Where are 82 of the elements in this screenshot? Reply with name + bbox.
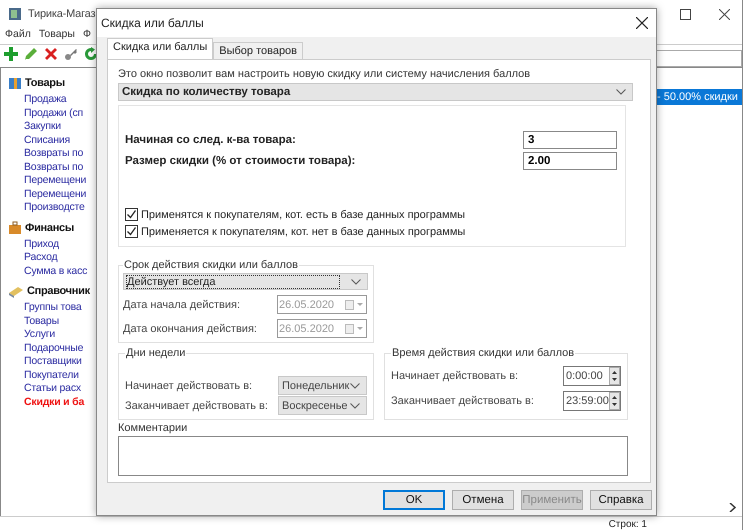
- time-spinner[interactable]: 23:59:00: [563, 391, 621, 412]
- close-icon[interactable]: [719, 8, 730, 20]
- chevron-down-icon: [351, 278, 361, 285]
- scroll-right-icon[interactable]: [729, 502, 736, 512]
- plus-icon[interactable]: [4, 47, 18, 61]
- comments-label: Комментарии: [118, 422, 188, 434]
- sidebar-item[interactable]: Возвраты по: [8, 147, 100, 160]
- sidebar-item[interactable]: Продажи (сп: [8, 106, 100, 120]
- input-field[interactable]: 2.00: [523, 152, 617, 170]
- sidebar-item[interactable]: Закупки: [8, 120, 100, 134]
- sidebar-item[interactable]: Перемещени: [8, 174, 100, 188]
- sidebar-item[interactable]: Производсте: [8, 201, 100, 214]
- chevron-down-icon: [350, 402, 360, 409]
- menu-item[interactable]: Ф: [82, 28, 91, 44]
- dialog-button[interactable]: Отмена: [452, 490, 514, 510]
- intro-text: Это окно позволит вам настроить новую скидку или систему начисления баллов: [118, 68, 532, 80]
- sidebar-item[interactable]: Расход: [8, 251, 100, 264]
- sidebar-item[interactable]: Статьи расх: [8, 382, 100, 396]
- sidebar-item[interactable]: Перемещени: [8, 188, 100, 201]
- window-title: Тирика-Магаз: [28, 8, 96, 20]
- checkbox[interactable]: [125, 225, 138, 238]
- spin-arrows-icon: [609, 392, 620, 410]
- calendar-icon: [345, 300, 363, 310]
- field-label: Начинает действовать в:: [391, 370, 518, 382]
- field-label: Дата окончания действия:: [123, 322, 257, 335]
- group-title: Срок действия скидки или баллов: [123, 259, 300, 272]
- dialog-title: Скидка или баллы: [101, 16, 204, 30]
- time-spinner[interactable]: 0:00:00: [563, 366, 621, 386]
- sidebar-item[interactable]: Подарочные: [8, 342, 100, 355]
- checkbox-label: Применятся к покупателям, кот. есть в базе данных программы: [141, 208, 466, 221]
- sidebar-item[interactable]: Товары: [8, 314, 100, 328]
- section-title: Финансы: [25, 222, 74, 234]
- field-label: Заканчивает действовать в:: [125, 400, 268, 412]
- field-label: Размер скидки (% от стоимости товара):: [125, 155, 356, 168]
- tab[interactable]: Скидка или баллы: [107, 38, 214, 59]
- sidebar-item[interactable]: Группы това: [8, 301, 100, 314]
- dialog-button[interactable]: OK: [383, 490, 445, 510]
- refresh-icon[interactable]: [84, 47, 98, 61]
- sidebar-item[interactable]: Услуги: [8, 328, 100, 342]
- box-icon: [8, 76, 22, 90]
- comments-field[interactable]: [118, 436, 628, 476]
- field-label: Начинает действовать в:: [125, 380, 252, 392]
- sidebar-item[interactable]: Списания: [8, 134, 100, 147]
- group-title: Дни недели: [125, 347, 186, 360]
- maximize-icon[interactable]: [680, 8, 691, 20]
- sidebar-item[interactable]: Возвраты по: [8, 160, 100, 174]
- key-icon[interactable]: [64, 47, 78, 61]
- field-label: Дата начала действия:: [123, 298, 240, 311]
- field-label: Заканчивает действовать в:: [391, 395, 534, 408]
- weekday-dropdown[interactable]: Понедельник: [278, 376, 367, 396]
- chevron-down-icon: [616, 89, 626, 96]
- sidebar-item[interactable]: Продажа: [8, 93, 100, 106]
- section-title: Товары: [25, 77, 65, 89]
- dialog-button[interactable]: Справка: [590, 490, 652, 510]
- briefcase-icon: [8, 220, 22, 234]
- sidebar-item[interactable]: Покупатели: [8, 368, 100, 382]
- sidebar-item[interactable]: Приход: [8, 238, 100, 251]
- sidebar-item[interactable]: Сумма в касс: [8, 264, 100, 278]
- field-label: Начиная со след. к-ва товара:: [125, 134, 296, 146]
- spin-arrows-icon: [609, 367, 620, 386]
- list-row[interactable]: - 50.00% скидки: [654, 89, 742, 105]
- menu-item[interactable]: Товары: [38, 28, 75, 44]
- delete-icon[interactable]: [44, 47, 58, 61]
- input-field[interactable]: 3: [523, 131, 617, 150]
- close-icon[interactable]: [636, 17, 648, 29]
- validity-dropdown[interactable]: Действует всегда: [123, 273, 368, 290]
- weekday-dropdown[interactable]: Воскресенье: [278, 396, 367, 416]
- discount-type-dropdown[interactable]: Скидка по количеству товара: [118, 83, 633, 102]
- tab[interactable]: Выбор товаров: [213, 42, 304, 59]
- app-icon: [8, 7, 22, 21]
- group-title: Время действия скидки или баллов: [391, 347, 576, 360]
- checkbox[interactable]: [125, 208, 138, 222]
- chevron-down-icon: [350, 382, 360, 389]
- status-text: Строк: 1: [608, 519, 647, 530]
- section-title: Справочник: [27, 285, 90, 297]
- calendar-icon: [345, 324, 363, 334]
- pencil-icon[interactable]: [24, 47, 38, 61]
- sidebar-item[interactable]: Поставщики: [8, 355, 100, 368]
- checkbox-label: Применяется к покупателям, кот. нет в базе данных программы: [141, 226, 466, 238]
- menu-item[interactable]: Файл: [5, 28, 31, 44]
- book-icon: [8, 284, 24, 298]
- sidebar-item[interactable]: Скидки и ба: [8, 396, 100, 409]
